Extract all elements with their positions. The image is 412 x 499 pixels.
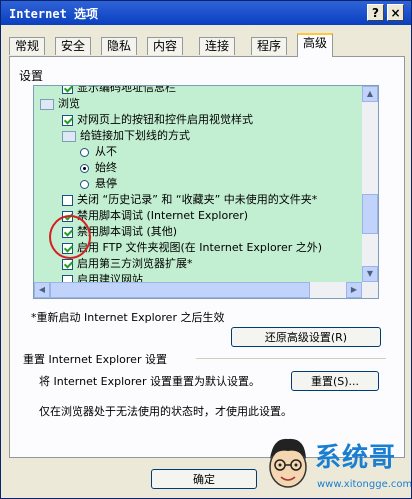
- list-item-label: 启用 FTP 文件夹视图(在 Internet Explorer 之外): [77, 241, 323, 254]
- reset-button[interactable]: 重置(S)...: [291, 371, 379, 391]
- radio-button[interactable]: [80, 163, 89, 173]
- list-item-label: 从不: [95, 145, 117, 158]
- list-item[interactable]: 启用第三方浏览器扩展*: [34, 256, 362, 272]
- list-item-label: 始终: [95, 161, 117, 174]
- list-item[interactable]: 悬停: [34, 176, 362, 192]
- list-item-label: 禁用脚本调试 (Internet Explorer): [77, 209, 249, 222]
- tab-security[interactable]: 安全: [55, 37, 92, 55]
- restore-advanced-button[interactable]: 还原高级设置(R): [231, 327, 381, 347]
- tab-advanced[interactable]: 高级: [297, 33, 334, 57]
- radio-button[interactable]: [80, 179, 89, 189]
- list-item[interactable]: 从不: [34, 144, 362, 160]
- vertical-scrollbar[interactable]: ▲ ▼: [362, 86, 378, 298]
- tab-content[interactable]: 内容: [147, 37, 184, 55]
- settings-label: 设置: [19, 69, 44, 83]
- restart-note: *重新启动 Internet Explorer 之后生效: [31, 311, 225, 324]
- list-item[interactable]: 始终: [34, 160, 362, 176]
- window-title: Internet 选项: [9, 7, 99, 21]
- red-highlight-circle: [49, 215, 91, 259]
- reset-info: 仅在浏览器处于无法使用的状态时，才使用此设置。: [39, 405, 292, 418]
- scroll-left-arrow-icon[interactable]: ◀: [34, 282, 50, 298]
- list-item-label: 显示编码地址信息栏: [77, 85, 176, 94]
- checkbox[interactable]: [62, 86, 73, 94]
- checkbox[interactable]: [62, 194, 73, 206]
- list-item[interactable]: 给链接加下划线的方式: [34, 128, 362, 144]
- hscroll-thumb[interactable]: [50, 282, 310, 298]
- reset-section-title: 重置 Internet Explorer 设置: [23, 353, 167, 366]
- tab-general[interactable]: 常规: [9, 37, 46, 55]
- list-item-label: 浏览: [58, 97, 80, 110]
- radio-button[interactable]: [80, 147, 89, 157]
- close-button[interactable]: ×: [387, 4, 404, 21]
- watermark: 系统哥 www.xitongge.com: [219, 431, 412, 498]
- checkbox[interactable]: [62, 258, 73, 270]
- internet-options-dialog: Internet 选项 ? × 常规 安全 隐私 内容 连接 程序 高级 设置 …: [0, 0, 412, 499]
- scroll-down-arrow-icon[interactable]: ▼: [362, 266, 378, 282]
- scroll-up-arrow-icon[interactable]: ▲: [362, 86, 378, 102]
- scroll-right-arrow-icon[interactable]: ▶: [346, 282, 362, 298]
- list-item-label: 启用第三方浏览器扩展*: [77, 257, 193, 270]
- help-button[interactable]: ?: [367, 4, 384, 21]
- reset-description: 将 Internet Explorer 设置重置为默认设置。: [39, 375, 260, 388]
- list-item-label: 对网页上的按钮和控件启用视觉样式: [77, 113, 253, 126]
- list-item[interactable]: 关闭 “历史记录” 和 “收藏夹” 中未使用的文件夹*: [34, 192, 362, 208]
- tab-programs[interactable]: 程序: [251, 37, 288, 55]
- list-item[interactable]: 显示编码地址信息栏: [34, 85, 362, 96]
- scroll-thumb[interactable]: [362, 194, 378, 234]
- list-item[interactable]: 对网页上的按钮和控件启用视觉样式: [34, 112, 362, 128]
- checkbox[interactable]: [62, 114, 73, 126]
- list-item-label: 悬停: [95, 177, 117, 190]
- settings-list[interactable]: 显示编码地址信息栏浏览对网页上的按钮和控件启用视觉样式 给链接加下划线的方式从不始…: [33, 85, 379, 299]
- list-item-label: 给链接加下划线的方式: [80, 129, 190, 142]
- watermark-url: www.xitongge.com: [317, 479, 412, 490]
- watermark-text: 系统哥: [315, 443, 397, 473]
- tab-connections[interactable]: 连接: [199, 37, 236, 55]
- list-item-label: 关闭 “历史记录” 和 “收藏夹” 中未使用的文件夹*: [77, 193, 318, 206]
- horizontal-scrollbar[interactable]: ◀ ▶: [34, 282, 378, 298]
- folder-icon: [62, 130, 76, 142]
- list-item-label: 禁用脚本调试 (其他): [77, 225, 178, 238]
- title-bar: Internet 选项 ? ×: [1, 1, 411, 25]
- section-divider: [196, 358, 386, 359]
- tab-privacy[interactable]: 隐私: [101, 37, 138, 55]
- list-item[interactable]: 浏览: [34, 96, 362, 112]
- cartoon-face-icon: [269, 438, 307, 488]
- folder-icon: [40, 98, 54, 110]
